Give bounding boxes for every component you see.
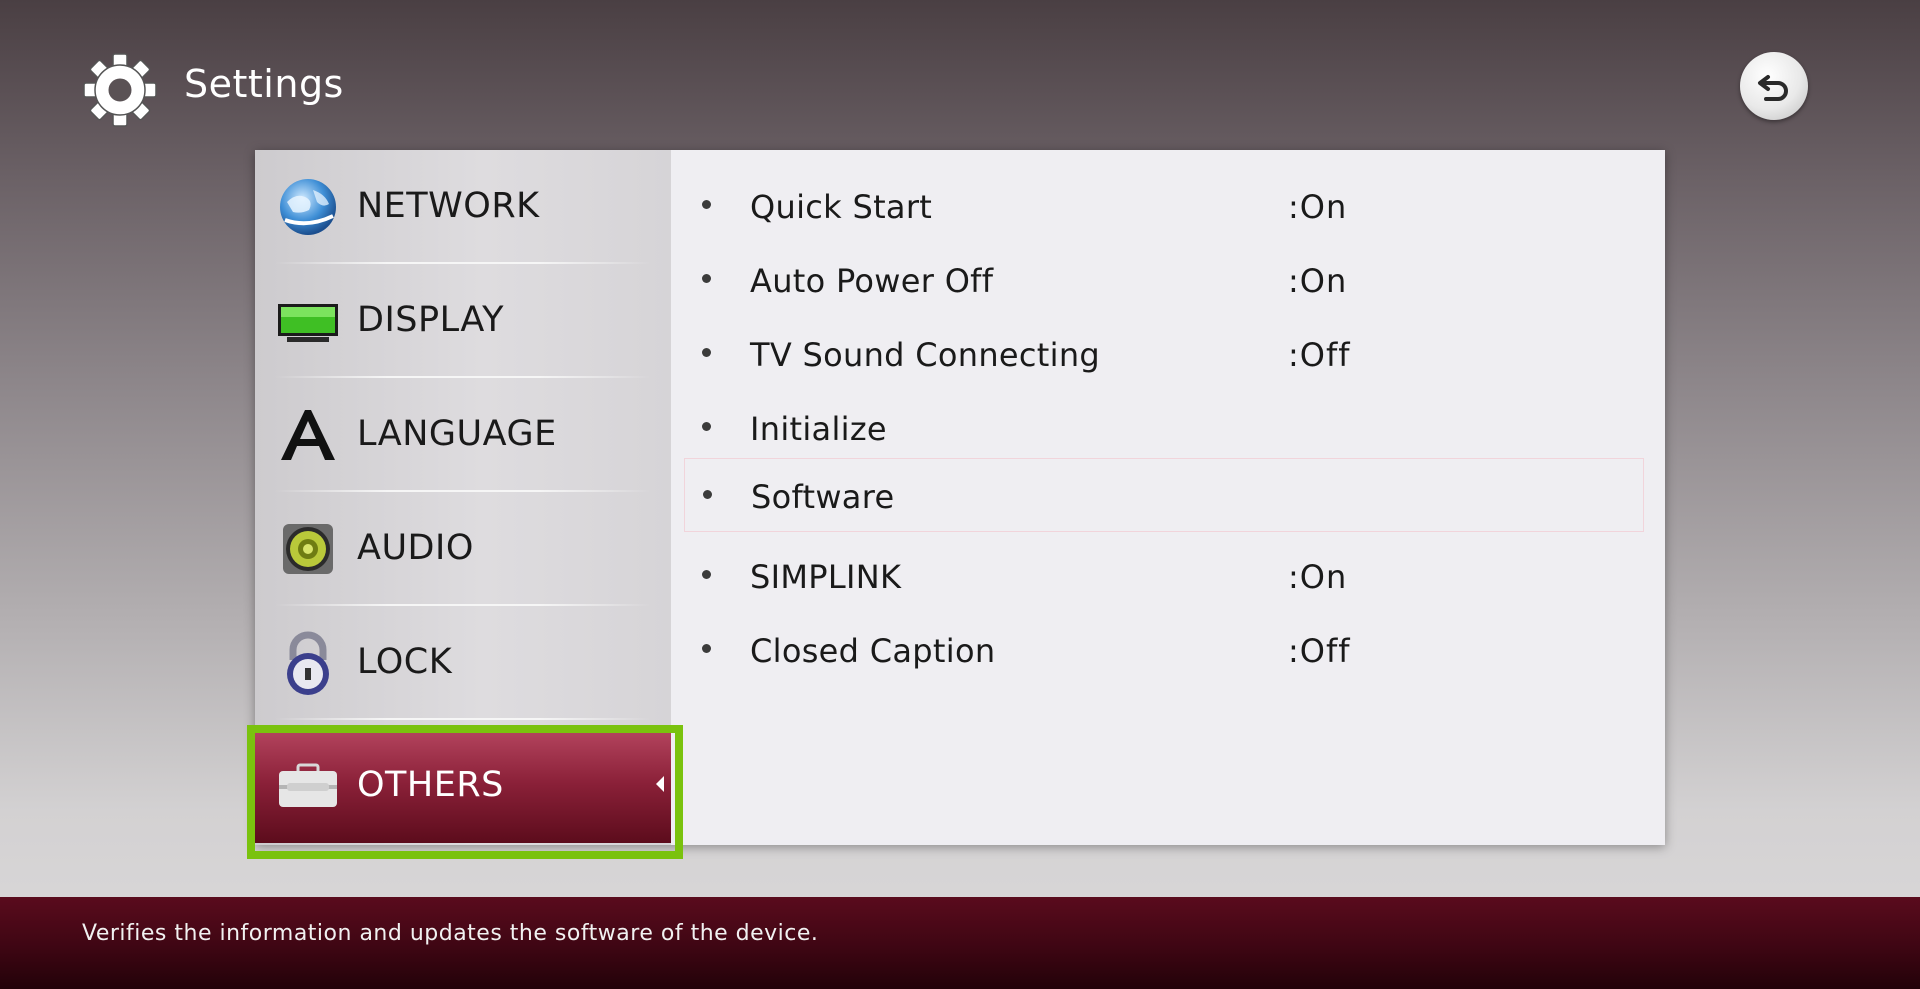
option-auto-power-off[interactable]: Auto Power Off :On bbox=[680, 250, 1650, 310]
option-label: SIMPLINK bbox=[750, 558, 902, 596]
monitor-icon bbox=[273, 286, 343, 356]
sidebar-item-label: LOCK bbox=[357, 642, 453, 682]
option-label: TV Sound Connecting bbox=[750, 336, 1101, 374]
option-label: Quick Start bbox=[750, 188, 933, 226]
option-label: Initialize bbox=[750, 410, 887, 448]
globe-icon bbox=[273, 172, 343, 242]
bullet-icon bbox=[702, 200, 711, 209]
sidebar-item-label: LANGUAGE bbox=[357, 414, 557, 454]
option-simplink[interactable]: SIMPLINK :On bbox=[680, 546, 1650, 606]
help-text: Verifies the information and updates the… bbox=[82, 921, 819, 946]
help-bar: Verifies the information and updates the… bbox=[0, 897, 1920, 989]
option-label: Auto Power Off bbox=[750, 262, 994, 300]
selection-arrow-icon bbox=[656, 776, 664, 792]
option-closed-caption[interactable]: Closed Caption :Off bbox=[680, 620, 1650, 680]
bullet-icon bbox=[702, 570, 711, 579]
sidebar-item-network[interactable]: NETWORK bbox=[255, 150, 671, 264]
option-initialize[interactable]: Initialize bbox=[680, 398, 1650, 458]
letter-a-icon bbox=[273, 400, 343, 470]
sidebar-item-label: NETWORK bbox=[357, 186, 540, 226]
gear-icon bbox=[80, 50, 160, 130]
page-title: Settings bbox=[184, 62, 344, 106]
options-list: Quick Start :On Auto Power Off :On TV So… bbox=[680, 150, 1665, 845]
sidebar-item-label: DISPLAY bbox=[357, 300, 505, 340]
sidebar-item-lock[interactable]: LOCK bbox=[255, 606, 671, 720]
padlock-icon bbox=[273, 628, 343, 698]
option-value: :On bbox=[1288, 558, 1348, 596]
bullet-icon bbox=[702, 274, 711, 283]
divider bbox=[275, 718, 651, 720]
bullet-icon bbox=[703, 490, 712, 499]
bullet-icon bbox=[702, 348, 711, 357]
option-value: :Off bbox=[1288, 336, 1351, 374]
focus-highlight bbox=[247, 725, 683, 859]
option-tv-sound-connecting[interactable]: TV Sound Connecting :Off bbox=[680, 324, 1650, 384]
option-label: Software bbox=[751, 478, 895, 516]
header: Settings bbox=[0, 0, 1920, 150]
option-software[interactable]: Software bbox=[684, 458, 1644, 532]
back-button[interactable] bbox=[1740, 52, 1808, 120]
option-value: :Off bbox=[1288, 632, 1351, 670]
option-value: :On bbox=[1288, 188, 1348, 226]
speaker-icon bbox=[273, 514, 343, 584]
sidebar-item-label: AUDIO bbox=[357, 528, 474, 568]
sidebar-item-display[interactable]: DISPLAY bbox=[255, 264, 671, 378]
sidebar-item-language[interactable]: LANGUAGE bbox=[255, 378, 671, 492]
bullet-icon bbox=[702, 422, 711, 431]
option-value: :On bbox=[1288, 262, 1348, 300]
sidebar-item-audio[interactable]: AUDIO bbox=[255, 492, 671, 606]
back-arrow-icon bbox=[1758, 75, 1788, 101]
bullet-icon bbox=[702, 644, 711, 653]
option-quick-start[interactable]: Quick Start :On bbox=[680, 176, 1650, 236]
option-label: Closed Caption bbox=[750, 632, 996, 670]
